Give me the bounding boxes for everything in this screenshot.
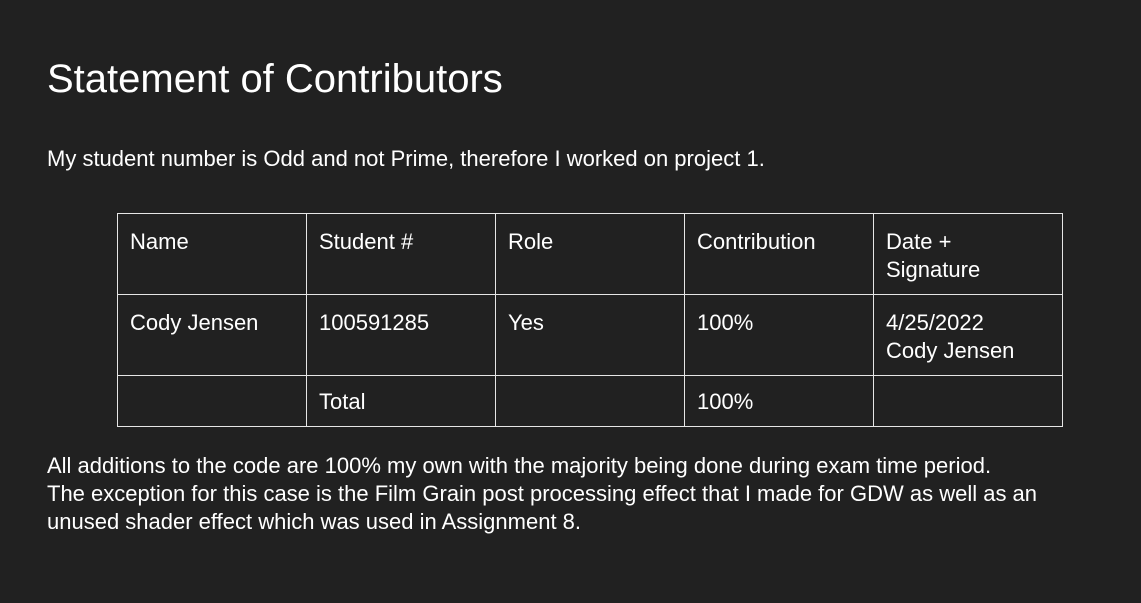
cell-student-number: 100591285: [306, 294, 496, 376]
cell-signature: Cody Jensen: [886, 338, 1015, 363]
cell-contribution: 100%: [684, 294, 874, 376]
cell-date-signature: 4/25/2022 Cody Jensen: [873, 294, 1063, 376]
table-header-row: Name Student # Role Contribution Date + …: [117, 213, 1063, 295]
header-date-label: Date +: [886, 229, 952, 254]
closing-line-2: The exception for this case is the Film …: [47, 481, 1038, 506]
header-date-signature: Date + Signature: [873, 213, 1063, 295]
closing-line-3: unused shader effect which was used in A…: [47, 509, 582, 534]
closing-line-1: All additions to the code are 100% my ow…: [47, 453, 992, 478]
cell-role: Yes: [495, 294, 685, 376]
header-name: Name: [117, 213, 307, 295]
total-label: Total: [306, 375, 496, 427]
table-total-row: Total 100%: [117, 375, 1063, 427]
cell-date: 4/25/2022: [886, 310, 984, 335]
intro-paragraph: My student number is Odd and not Prime, …: [47, 146, 765, 171]
total-contribution: 100%: [684, 375, 874, 427]
header-student-number: Student #: [306, 213, 496, 295]
total-cell-name: [117, 375, 307, 427]
page-title: Statement of Contributors: [47, 57, 503, 101]
total-cell-date-signature: [873, 375, 1063, 427]
contributors-table: Name Student # Role Contribution Date + …: [117, 213, 1063, 427]
header-role: Role: [495, 213, 685, 295]
closing-paragraph: All additions to the code are 100% my ow…: [47, 452, 1037, 536]
header-signature-label: Signature: [886, 257, 981, 282]
table-row: Cody Jensen 100591285 Yes 100% 4/25/2022…: [117, 294, 1063, 376]
header-contribution: Contribution: [684, 213, 874, 295]
total-cell-role: [495, 375, 685, 427]
cell-name: Cody Jensen: [117, 294, 307, 376]
